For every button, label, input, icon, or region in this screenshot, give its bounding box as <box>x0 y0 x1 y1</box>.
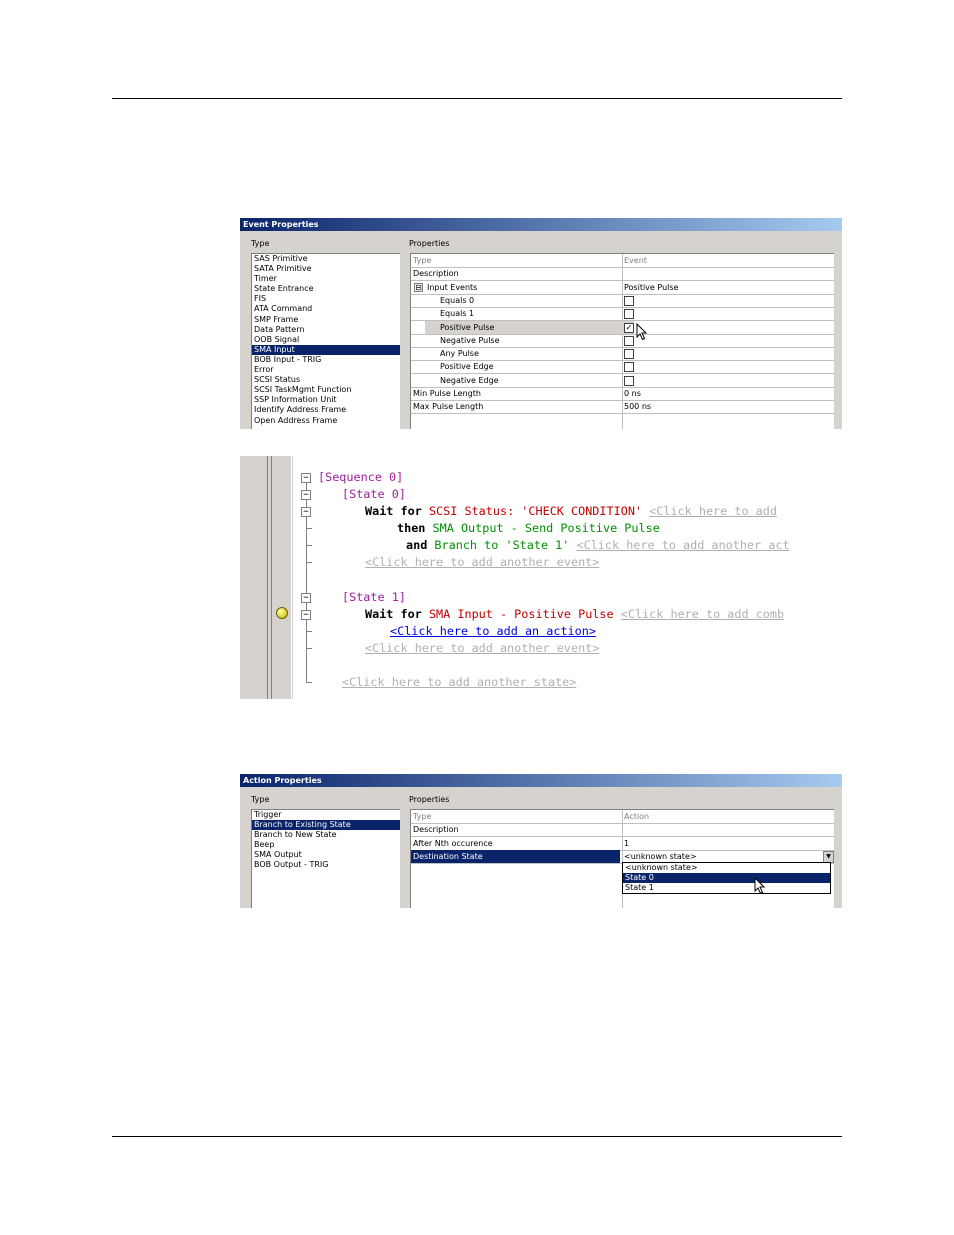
checkbox-equals-0[interactable] <box>624 295 634 306</box>
list-item[interactable]: Error <box>252 365 400 375</box>
checkbox-equals-1[interactable] <box>624 309 634 320</box>
property-row[interactable]: Any Pulse <box>411 347 834 362</box>
collapse-icon[interactable]: − <box>301 473 311 483</box>
property-row[interactable]: Min Pulse Length 0 ns <box>411 387 834 401</box>
header-rule <box>112 98 842 99</box>
list-item[interactable]: Beep <box>252 840 400 850</box>
sequence-label[interactable]: [Sequence 0] <box>318 470 403 484</box>
properties-label: Properties <box>409 239 450 248</box>
property-row[interactable]: ⊟ Input Events Positive Pulse <box>411 281 834 295</box>
list-item[interactable]: State Entrance <box>252 284 400 294</box>
checkbox-negative-edge[interactable] <box>624 375 634 386</box>
list-item[interactable]: Data Pattern <box>252 325 400 335</box>
list-item[interactable]: Identify Address Frame <box>252 405 400 415</box>
property-row[interactable]: Negative Pulse <box>411 334 834 348</box>
action-branch[interactable]: Branch to 'State 1' <box>434 538 569 552</box>
action-sma-output[interactable]: SMA Output - Send Positive Pulse <box>433 521 660 535</box>
editor-gutter <box>240 456 293 699</box>
code-line: then SMA Output - Send Positive Pulse <box>397 521 660 535</box>
event-sma-input[interactable]: SMA Input - Positive Pulse <box>429 607 614 621</box>
list-item[interactable]: SMA Output <box>252 850 400 860</box>
list-item[interactable]: SAS Primitive <box>252 254 400 264</box>
collapse-icon[interactable]: ⊟ <box>414 282 423 292</box>
type-label: Type <box>251 795 270 804</box>
type-label: Type <box>251 239 270 248</box>
checkbox-any-pulse[interactable] <box>624 349 634 360</box>
property-row[interactable]: Positive Edge <box>411 360 834 375</box>
list-item[interactable]: OOB Signal <box>252 335 400 345</box>
list-item[interactable]: SMP Frame <box>252 315 400 325</box>
mouse-cursor-icon <box>636 323 648 341</box>
add-state-placeholder[interactable]: <Click here to add another state> <box>342 675 576 689</box>
code-line: Wait for SCSI Status: 'CHECK CONDITION' … <box>365 504 777 518</box>
event-scsi-status[interactable]: SCSI Status: 'CHECK CONDITION' <box>429 504 642 518</box>
list-item[interactable]: SCSI TaskMgmt Function <box>252 385 400 395</box>
add-combination-placeholder[interactable]: <Click here to add <box>649 504 777 518</box>
add-action-link[interactable]: <Click here to add an action> <box>390 624 596 638</box>
dropdown-option-selected[interactable]: State 0 <box>623 873 830 883</box>
collapse-icon[interactable]: − <box>301 490 311 500</box>
property-row[interactable]: Description <box>411 267 834 282</box>
properties-label: Properties <box>409 795 450 804</box>
list-item[interactable]: SATA Primitive <box>252 264 400 274</box>
list-item[interactable]: BOB Input - TRIG <box>252 355 400 365</box>
list-item[interactable]: Trigger <box>252 810 400 820</box>
list-item[interactable]: Open Address Frame <box>252 416 400 426</box>
list-item[interactable]: Timer <box>252 274 400 284</box>
list-item[interactable]: SCSI Status <box>252 375 400 385</box>
code-line: and Branch to 'State 1' <Click here to a… <box>406 538 790 552</box>
breakpoint-icon[interactable] <box>276 607 288 619</box>
property-row-selected[interactable]: Positive Pulse ✓ <box>411 320 834 335</box>
list-item[interactable]: SSP Information Unit <box>252 395 400 405</box>
footer-rule <box>112 1136 842 1137</box>
list-item[interactable]: BOB Output - TRIG <box>252 860 400 870</box>
add-combination-placeholder[interactable]: <Click here to add comb <box>621 607 784 621</box>
state-label[interactable]: [State 1] <box>342 590 406 604</box>
sequence-editor: − − − − − [Sequence 0] [State 0] Wait fo… <box>240 456 842 699</box>
checkbox-positive-pulse[interactable]: ✓ <box>624 322 634 333</box>
mouse-cursor-icon <box>754 877 766 895</box>
dialog-title: Event Properties <box>240 218 842 231</box>
state-label[interactable]: [State 0] <box>342 487 406 501</box>
add-action-placeholder[interactable]: <Click here to add another act <box>576 538 789 552</box>
add-event-placeholder[interactable]: <Click here to add another event> <box>365 641 599 655</box>
event-type-list[interactable]: SAS Primitive SATA Primitive Timer State… <box>251 253 400 429</box>
checkbox-positive-edge[interactable] <box>624 362 634 373</box>
add-event-placeholder[interactable]: <Click here to add another event> <box>365 555 599 569</box>
action-properties-dialog: Action Properties Type Properties Trigge… <box>240 774 842 908</box>
event-property-grid: Type Event Description ⊟ Input Events Posit… <box>410 253 834 429</box>
dialog-title: Action Properties <box>240 774 842 787</box>
property-row[interactable]: Max Pulse Length 500 ns <box>411 400 834 415</box>
dropdown-option[interactable]: <unknown state> <box>623 863 830 873</box>
action-type-list[interactable]: Trigger Branch to Existing State Branch … <box>251 809 400 908</box>
property-row[interactable]: After Nth occurence 1 <box>411 837 834 851</box>
destination-state-dropdown: <unknown state> State 0 State 1 <box>622 862 831 894</box>
collapse-icon[interactable]: − <box>301 507 311 517</box>
event-properties-dialog: Event Properties Type Properties SAS Pri… <box>240 218 842 429</box>
list-item[interactable]: ATA Command <box>252 304 400 314</box>
property-row[interactable]: Type Event <box>411 254 834 268</box>
list-item-selected[interactable]: SMA Input <box>252 344 400 355</box>
collapse-icon[interactable]: − <box>301 610 311 620</box>
property-row[interactable]: Type Action <box>411 810 834 824</box>
list-item-selected[interactable]: Branch to Existing State <box>252 820 400 831</box>
list-item[interactable]: Branch to New State <box>252 830 400 840</box>
dropdown-option[interactable]: State 1 <box>623 883 830 893</box>
collapse-icon[interactable]: − <box>301 593 311 603</box>
code-line: Wait for SMA Input - Positive Pulse <Cli… <box>365 607 785 621</box>
list-item[interactable]: FIS <box>252 294 400 304</box>
property-row[interactable]: Negative Edge <box>411 374 834 388</box>
property-row[interactable]: Equals 0 <box>411 294 834 308</box>
property-row[interactable]: Description <box>411 823 834 838</box>
destination-state-select[interactable]: <unknown state> <box>624 850 697 863</box>
checkbox-negative-pulse[interactable] <box>624 335 634 346</box>
property-row[interactable]: Equals 1 <box>411 307 834 322</box>
